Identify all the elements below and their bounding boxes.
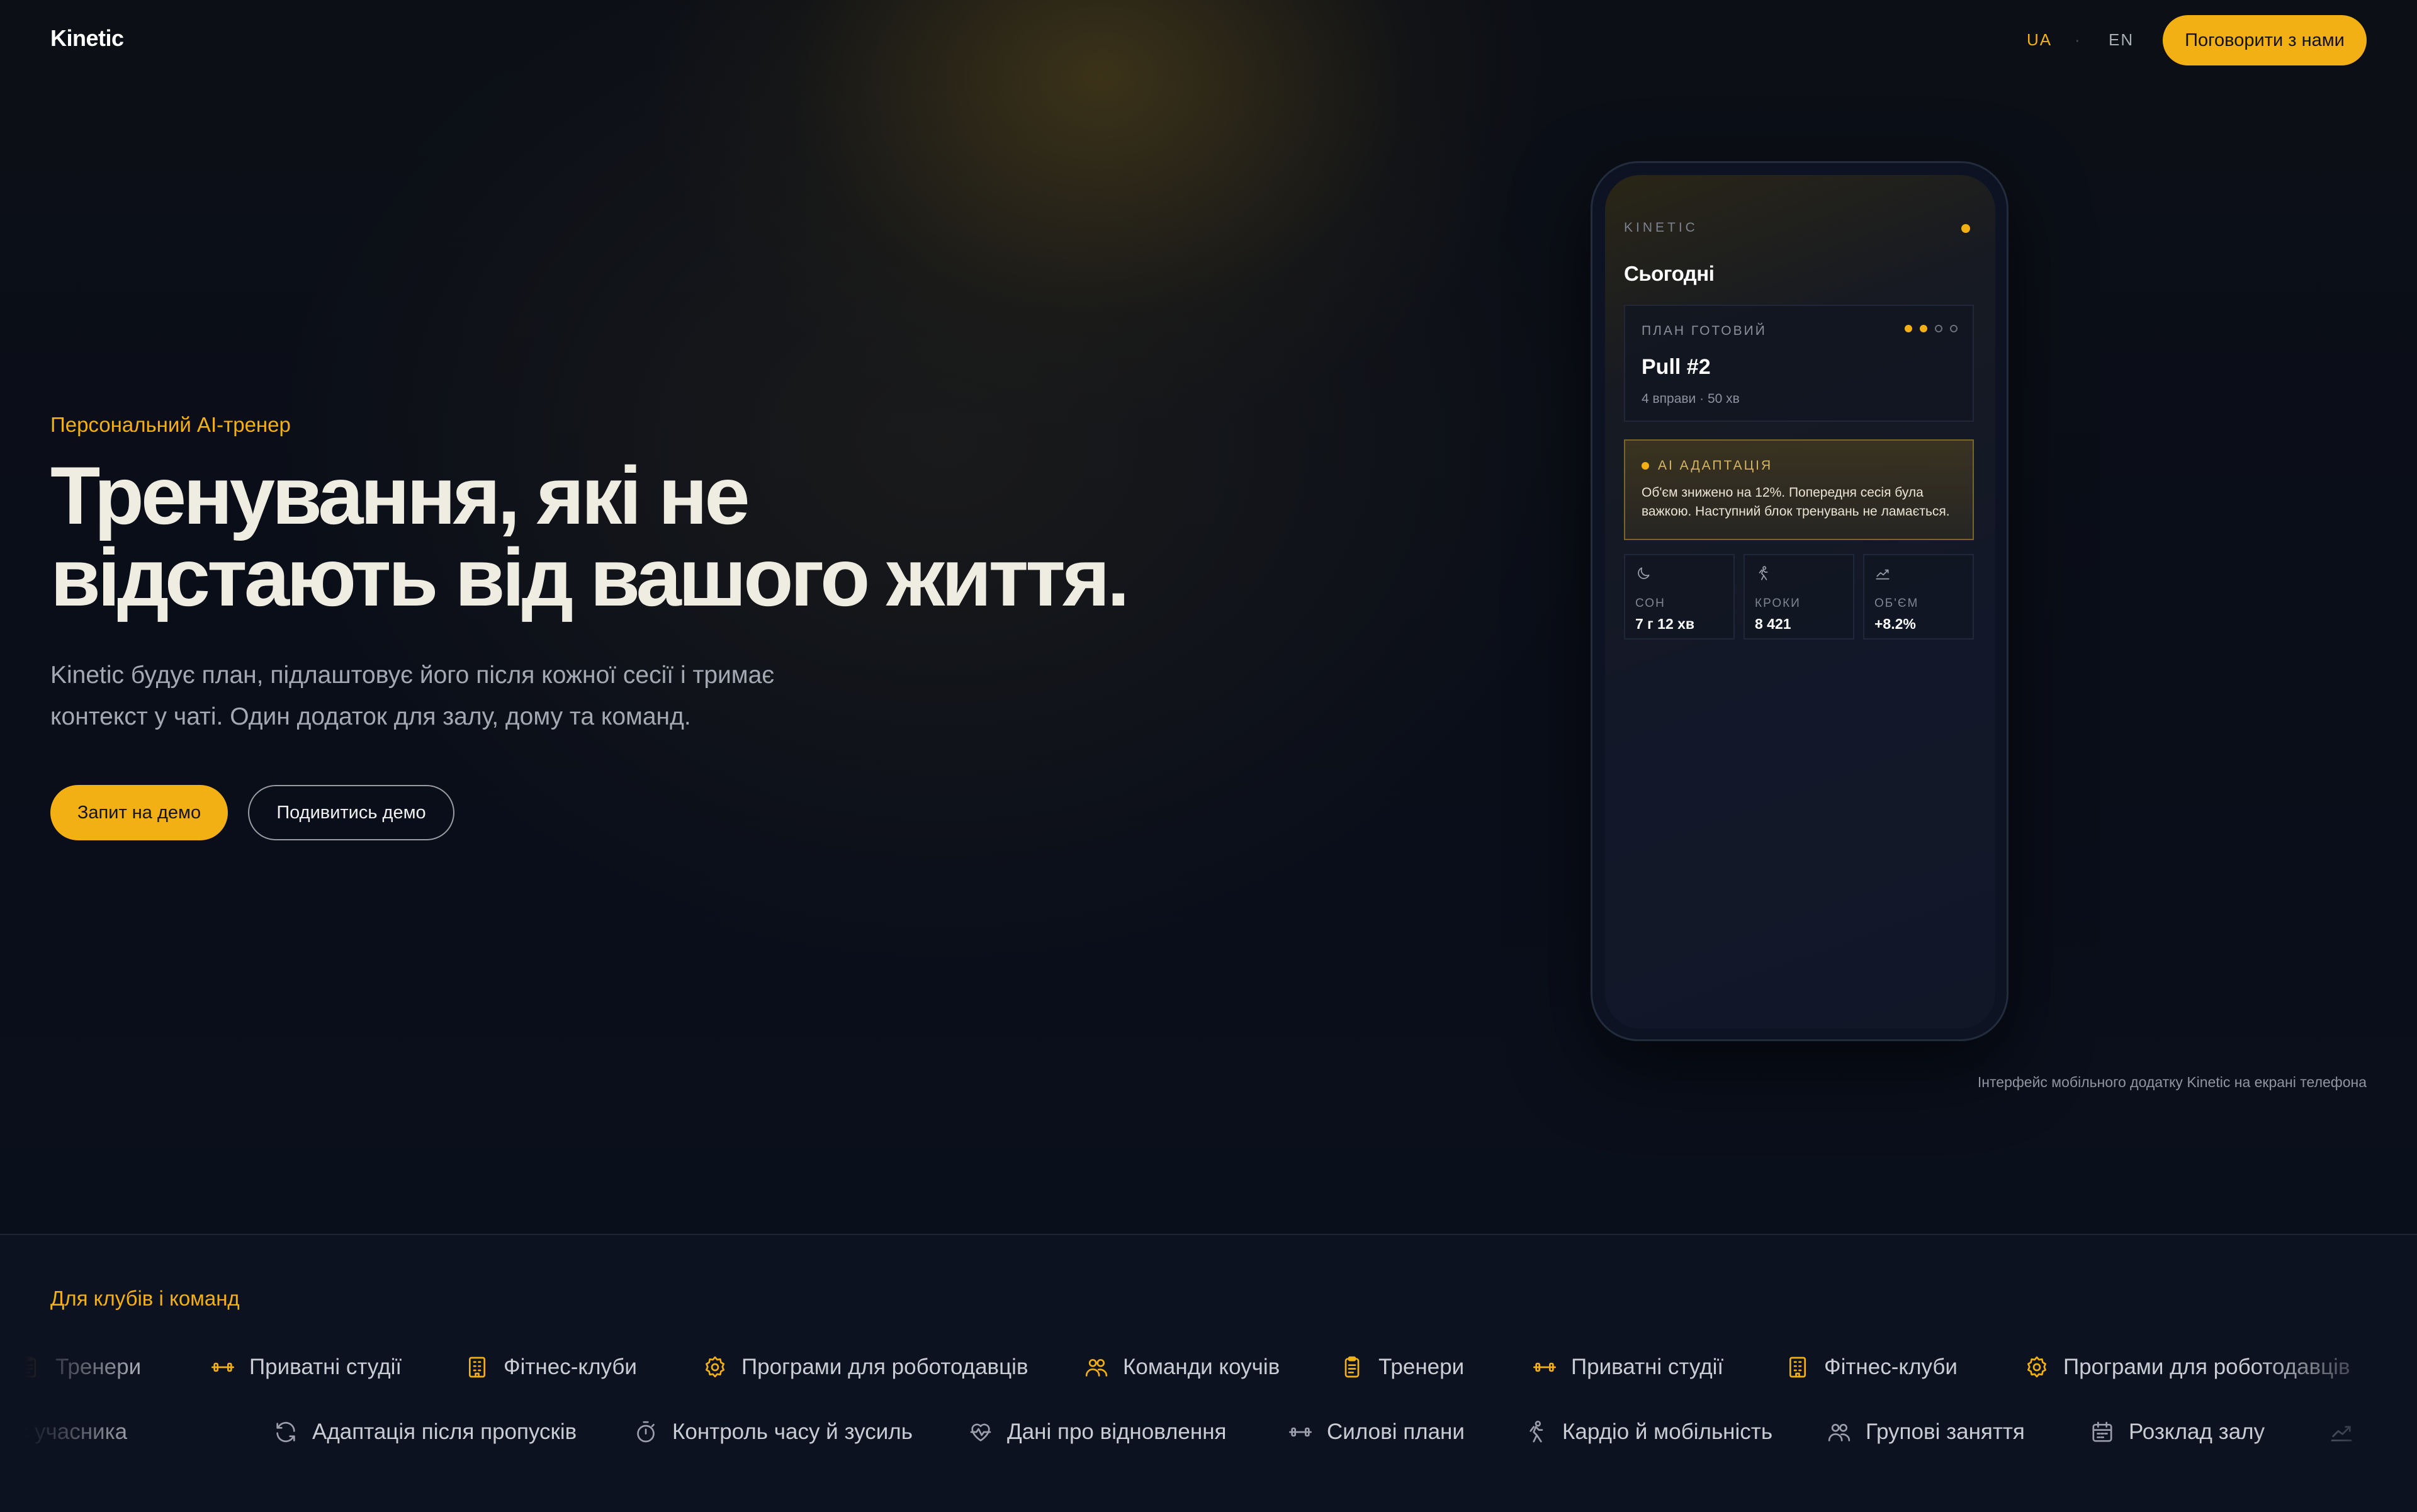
refresh-icon (276, 1421, 295, 1443)
plan-progress-dots (1905, 325, 1958, 332)
gear-icon (706, 1356, 724, 1378)
fade-left (0, 1413, 164, 1451)
marquee-item-label: Фітнес-клуби (504, 1355, 637, 1379)
stat-value: +8.2% (1874, 616, 1916, 632)
stat-steps: КРОКИ 8 421 (1744, 554, 1854, 640)
marquee-item: Фітнес-клуби (465, 1348, 637, 1386)
running-icon (1759, 566, 1768, 580)
marquee-item-label: Групові заняття (1866, 1419, 2025, 1444)
progress-dot (1905, 325, 1912, 332)
stat-volume: ОБ'ЄМ +8.2% (1863, 554, 1974, 640)
clipboard-icon (1344, 1356, 1360, 1378)
plan-title: Pull #2 (1642, 355, 1711, 379)
marquee-item: Тренери (1339, 1348, 1464, 1386)
marquee-item: Приватні студії (210, 1348, 402, 1386)
ai-adaptation-label: AI АДАПТАЦІЯ (1658, 458, 1773, 473)
logo[interactable]: Kinetic (50, 25, 124, 52)
plan-card[interactable]: ПЛАН ГОТОВИЙ Pull #2 4 вправи · 50 хв (1624, 305, 1974, 422)
stat-value: 7 г 12 хв (1635, 616, 1695, 632)
hero-section: Kinetic UA · EN Поговорити з нами Персон… (0, 0, 2417, 1234)
building-icon (1789, 1357, 1806, 1378)
stat-label: ОБ'ЄМ (1874, 597, 1919, 610)
plan-status-label: ПЛАН ГОТОВИЙ (1642, 324, 1767, 338)
hero-headline: Тренування, які не відстають від вашого … (50, 449, 1130, 623)
marquee-item-label: Розклад залу (2129, 1419, 2265, 1444)
top-navigation: Kinetic UA · EN Поговорити з нами (0, 0, 2417, 82)
stat-value: 8 421 (1755, 616, 1791, 632)
marquee-item: Програми для роботодавців (702, 1348, 1028, 1386)
audience-section: Для клубів і команд Програми для роботод… (0, 1234, 2417, 1512)
running-icon (1530, 1421, 1543, 1443)
talk-to-us-button[interactable]: Поговорити з нами (2163, 15, 2367, 65)
language-en-link[interactable]: EN (2109, 30, 2134, 50)
marquee-item-label: Програми для роботодавців (741, 1355, 1028, 1379)
ai-adaptation-card: AI АДАПТАЦІЯ Об'єм знижено на 12%. Попер… (1624, 439, 1974, 540)
marquee-item: Контроль часу й зусиль (633, 1413, 913, 1451)
audience-marquee-row-1: Програми для роботодавців Фітнес-клуби При… (0, 1348, 2417, 1386)
hero-description-line-2: контекст у чаті. Один додаток для залу, … (50, 703, 691, 730)
marquee-item: Силові плани (1288, 1413, 1465, 1451)
phone-brand: KINETIC (1624, 220, 1698, 235)
features-marquee-row-2: Розклад залу Групові заняття Кардіо й мобі… (0, 1413, 2417, 1451)
marquee-item-label: Контроль часу й зусиль (672, 1419, 913, 1444)
hero-headline-line-2: відстають від вашого життя. (50, 531, 1130, 623)
marquee-item: Команди коучів (1084, 1348, 1280, 1386)
hero-description-line-1: Kinetic будує план, підлаштовує його піс… (50, 662, 775, 689)
marquee-item: Групові заняття (1827, 1413, 2025, 1451)
fade-left (0, 1348, 164, 1386)
marquee-item: Фітнес-клуби (1785, 1348, 1958, 1386)
request-demo-button[interactable]: Запит на демо (50, 785, 228, 840)
language-ua-link[interactable]: UA (2027, 30, 2052, 50)
trend-up-icon (1876, 569, 1890, 580)
watch-demo-button[interactable]: Подивитись демо (248, 785, 454, 840)
marquee-item-label: Приватні студії (249, 1355, 402, 1379)
users-icon (1828, 1424, 1851, 1441)
status-dot (1961, 224, 1970, 233)
marquee-item-label: Силові плани (1327, 1419, 1465, 1444)
phone-today-title: Сьогодні (1624, 262, 1715, 285)
heart-pulse-icon (970, 1423, 991, 1441)
audience-label: Для клубів і команд (50, 1287, 240, 1310)
marquee-item: Кардіо й мобільність (1523, 1413, 1772, 1451)
hero-headline-line-1: Тренування, які не (50, 449, 750, 541)
stopwatch-icon (637, 1421, 655, 1443)
stat-sleep: СОН 7 г 12 хв (1624, 554, 1735, 640)
marquee-item-label: Кардіо й мобільність (1562, 1419, 1773, 1444)
building-icon (469, 1357, 485, 1378)
progress-dot (1950, 325, 1958, 332)
marquee-item: Розклад залу (2090, 1413, 2265, 1451)
plan-meta: 4 вправи · 50 хв (1642, 392, 1740, 406)
hero-description: Kinetic будує план, підлаштовує його піс… (50, 655, 869, 738)
gear-icon (2027, 1356, 2046, 1378)
dumbbell-icon (1533, 1362, 1556, 1372)
marquee-item: Адаптація після пропусків (273, 1413, 577, 1451)
phone-screen: KINETIC Сьогодні ПЛАН ГОТОВИЙ Pull #2 4 … (1605, 175, 1995, 1029)
stat-label: СОН (1635, 597, 1665, 610)
moon-icon (1638, 567, 1650, 579)
dumbbell-icon (211, 1362, 234, 1372)
marquee-item: Дані про відновлення (968, 1413, 1226, 1451)
progress-dot (1935, 325, 1942, 332)
marquee-item-label: Команди коучів (1123, 1355, 1280, 1379)
marquee-item: Приватні студії (1532, 1348, 1723, 1386)
fade-right (2253, 1413, 2417, 1451)
progress-dot (1920, 325, 1927, 332)
marquee-item-label: Тренери (1378, 1355, 1465, 1379)
phone-caption: Інтерфейс мобільного додатку Kinetic на … (1977, 1074, 2367, 1090)
marquee-item-label: Дані про відновлення (1007, 1419, 1227, 1444)
marquee-item-label: Приватні студії (1571, 1355, 1724, 1379)
users-icon (1085, 1359, 1108, 1377)
ai-indicator-dot (1642, 462, 1649, 470)
hero-eyebrow: Персональний AI-тренер (50, 413, 291, 436)
marquee-item-label: Адаптація після пропусків (312, 1419, 577, 1444)
dumbbell-icon (1289, 1427, 1312, 1437)
language-separator: · (2075, 30, 2082, 49)
stats-grid: СОН 7 г 12 хв КРОКИ 8 421 ОБ'ЄМ +8.2% (1624, 554, 1974, 640)
calendar-icon (2092, 1421, 2112, 1442)
fade-right (2253, 1348, 2417, 1386)
ai-adaptation-text: Об'єм знижено на 12%. Попередня сесія бу… (1642, 485, 1950, 519)
marquee-item-label: Фітнес-клуби (1824, 1355, 1958, 1379)
stat-label: КРОКИ (1755, 597, 1801, 610)
